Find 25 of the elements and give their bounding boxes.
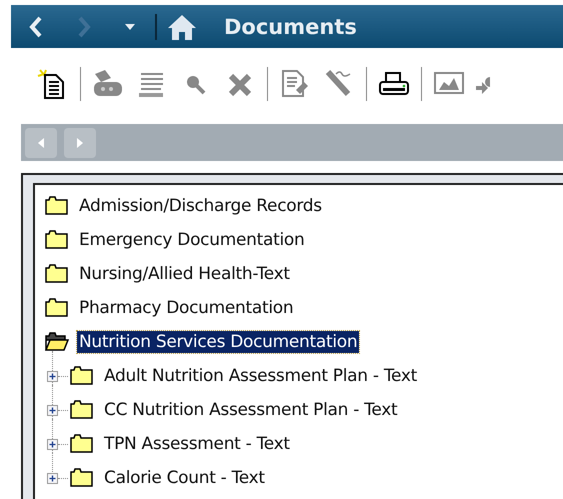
folder-icon: [70, 400, 94, 420]
tree-item[interactable]: Admission/Discharge Records: [77, 195, 324, 217]
left-arrow-icon: [38, 138, 44, 148]
folder-icon: [70, 468, 94, 488]
tree-item[interactable]: TPN Assessment - Text: [102, 433, 292, 455]
expand-icon[interactable]: [47, 472, 58, 484]
window-title: Documents: [224, 14, 357, 38]
expand-icon[interactable]: [47, 370, 58, 382]
folder-icon: [70, 434, 94, 454]
tree-item[interactable]: Calorie Count - Text: [102, 467, 267, 489]
expand-icon[interactable]: [47, 438, 58, 450]
tree-item[interactable]: Pharmacy Documentation: [77, 297, 296, 319]
right-arrow-icon: [77, 138, 83, 148]
tree-item[interactable]: Adult Nutrition Assessment Plan - Text: [102, 365, 419, 387]
dropdown-icon[interactable]: [125, 24, 135, 30]
tree-item[interactable]: Nursing/Allied Health-Text: [77, 263, 292, 285]
home-icon[interactable]: [167, 14, 197, 40]
tree-item[interactable]: Emergency Documentation: [77, 229, 306, 251]
tree-item[interactable]: Nutrition Services Documentation: [77, 331, 360, 353]
folder-icon: [70, 366, 94, 386]
tree-item[interactable]: CC Nutrition Assessment Plan - Text: [102, 399, 400, 421]
expand-icon[interactable]: [47, 404, 58, 416]
scroll-right-button[interactable]: [64, 128, 96, 158]
scroll-left-button[interactable]: [25, 128, 57, 158]
back-icon[interactable]: [29, 16, 43, 38]
